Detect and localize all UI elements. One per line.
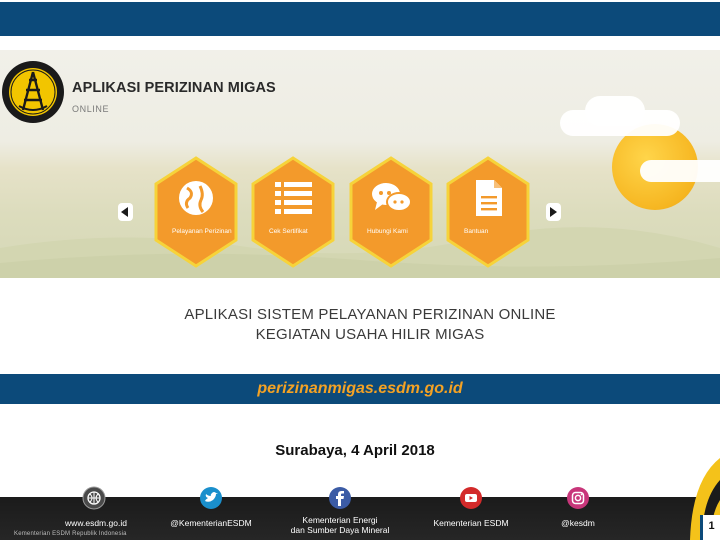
footer-instagram-link[interactable]: @kesdm [548, 518, 608, 528]
twitter-icon [199, 486, 223, 510]
menu-item-bantuan[interactable]: Bantuan [446, 156, 530, 268]
slide: APLIKASI PERIZINAN MIGAS ONLINE Pelayana… [0, 0, 720, 540]
list-icon [251, 178, 335, 218]
globe-icon [154, 178, 238, 218]
footer-facebook-line2: dan Sumber Daya Mineral [290, 525, 390, 535]
footer-facebook-line1: Kementerian Energi [302, 515, 378, 525]
cloud-decoration [640, 160, 720, 182]
footer-facebook-link[interactable]: Kementerian Energi dan Sumber Daya Miner… [282, 515, 398, 535]
instagram-icon [566, 486, 590, 510]
menu-item-label: Bantuan [464, 228, 489, 235]
chat-icon [349, 178, 433, 218]
main-title: APLIKASI SISTEM PELAYANAN PERIZINAN ONLI… [0, 305, 720, 345]
app-subtitle: ONLINE [72, 104, 110, 114]
footer-youtube-link[interactable]: Kementerian ESDM [426, 518, 516, 528]
footer-website-link[interactable]: www.esdm.go.id [58, 518, 134, 528]
main-title-line1: APLIKASI SISTEM PELAYANAN PERIZINAN ONLI… [184, 306, 556, 323]
footer-twitter-link[interactable]: @KementerianESDM [162, 518, 260, 528]
globe-icon [82, 486, 106, 510]
youtube-icon [459, 486, 483, 510]
page-number: 1 [700, 515, 720, 540]
arrow-right-icon [550, 207, 557, 217]
document-icon [446, 178, 530, 218]
esdm-logo [2, 61, 64, 123]
menu-item-label: Pelayanan Perizinan [172, 228, 232, 235]
carousel-prev-button[interactable] [118, 203, 133, 221]
top-bar [0, 2, 720, 36]
menu-item-cek-sertifikat[interactable]: Cek Sertifikat [251, 156, 335, 268]
copyright-text: Kementerian ESDM Republik Indonesia [14, 531, 127, 537]
menu-item-label: Hubungi Kami [367, 228, 408, 235]
arrow-left-icon [121, 207, 128, 217]
main-title-line2: KEGIATAN USAHA HILIR MIGAS [255, 326, 485, 343]
menu-item-label: Cek Sertifikat [269, 228, 308, 235]
cloud-decoration [585, 96, 645, 126]
facebook-icon [328, 486, 352, 510]
menu-item-hubungi-kami[interactable]: Hubungi Kami [349, 156, 433, 268]
menu-item-pelayanan-perizinan[interactable]: Pelayanan Perizinan [154, 156, 238, 268]
carousel-next-button[interactable] [546, 203, 561, 221]
app-title: APLIKASI PERIZINAN MIGAS [72, 80, 276, 96]
presentation-date: Surabaya, 4 April 2018 [275, 442, 435, 459]
website-url-link[interactable]: perizinanmigas.esdm.go.id [0, 380, 720, 398]
